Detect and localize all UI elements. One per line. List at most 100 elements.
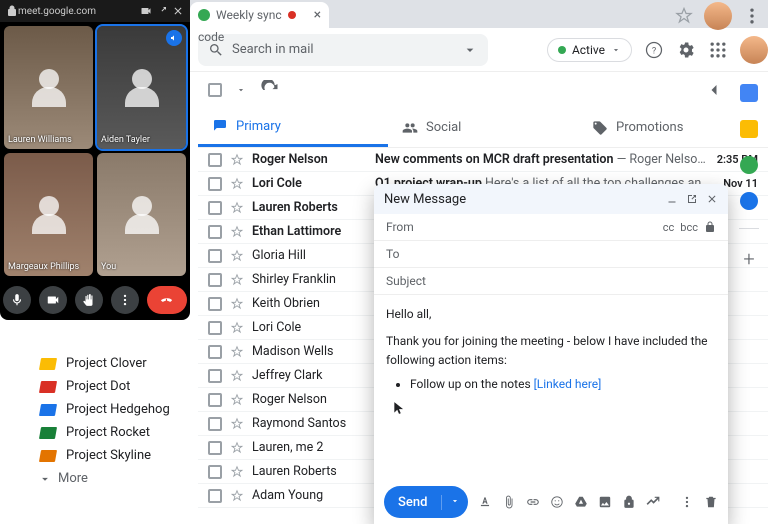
refresh-icon[interactable] bbox=[260, 80, 280, 100]
star-icon[interactable] bbox=[230, 249, 244, 263]
bcc-link[interactable]: bcc bbox=[680, 221, 698, 234]
row-checkbox[interactable] bbox=[208, 201, 222, 215]
status-badge[interactable]: Active bbox=[547, 38, 632, 62]
sidebar-label-4[interactable]: Project Skyline bbox=[0, 444, 198, 467]
keep-addon-icon[interactable] bbox=[740, 120, 758, 138]
row-checkbox[interactable] bbox=[208, 393, 222, 407]
row-checkbox[interactable] bbox=[208, 369, 222, 383]
send-button[interactable]: Send bbox=[384, 486, 468, 518]
sidebar-more[interactable]: More bbox=[0, 467, 198, 490]
end-call-button[interactable] bbox=[147, 286, 187, 314]
popout-icon[interactable] bbox=[686, 193, 698, 205]
row-checkbox[interactable] bbox=[208, 297, 222, 311]
star-icon[interactable] bbox=[230, 369, 244, 383]
star-icon[interactable] bbox=[674, 6, 694, 26]
row-checkbox[interactable] bbox=[208, 465, 222, 479]
star-icon[interactable] bbox=[230, 489, 244, 503]
body-link[interactable]: [Linked here] bbox=[534, 377, 602, 391]
compose-body[interactable]: Hello all, Thank you for joining the mee… bbox=[374, 295, 728, 480]
sidebar-label-3[interactable]: Project Rocket bbox=[0, 421, 198, 444]
row-checkbox[interactable] bbox=[208, 177, 222, 191]
tab-close-icon[interactable]: × bbox=[314, 7, 321, 23]
apps-icon[interactable] bbox=[708, 40, 728, 60]
row-checkbox[interactable] bbox=[208, 249, 222, 263]
compose-header[interactable]: New Message bbox=[374, 184, 728, 214]
popout-icon[interactable] bbox=[156, 5, 168, 17]
discard-icon[interactable] bbox=[704, 494, 718, 510]
confidential-icon[interactable] bbox=[622, 494, 636, 510]
star-icon[interactable] bbox=[230, 273, 244, 287]
search-input[interactable]: Search in mail bbox=[198, 34, 488, 66]
more-button[interactable] bbox=[111, 286, 139, 314]
email-row[interactable]: Roger Nelson New comments on MCR draft p… bbox=[198, 148, 768, 172]
mic-button[interactable] bbox=[3, 286, 31, 314]
overflow-icon[interactable] bbox=[742, 6, 762, 26]
row-checkbox[interactable] bbox=[208, 321, 222, 335]
row-checkbox[interactable] bbox=[208, 417, 222, 431]
video-tile[interactable]: Aiden Tayler bbox=[97, 26, 186, 149]
sidebar-label-0[interactable]: Project Clover bbox=[0, 352, 198, 375]
search-options-icon[interactable] bbox=[462, 42, 478, 58]
star-icon[interactable] bbox=[230, 297, 244, 311]
browser-profile-avatar-icon[interactable] bbox=[704, 2, 732, 30]
browser-tab[interactable]: Weekly sync × bbox=[190, 2, 329, 28]
prev-page-icon[interactable] bbox=[704, 80, 724, 100]
video-tile[interactable]: You bbox=[97, 153, 186, 276]
link-icon[interactable] bbox=[526, 494, 540, 510]
chevron-down-icon[interactable] bbox=[236, 85, 246, 95]
meet-controls bbox=[0, 280, 190, 320]
camera-button[interactable] bbox=[39, 286, 67, 314]
tasks-addon-icon[interactable] bbox=[740, 156, 758, 174]
cc-link[interactable]: cc bbox=[663, 221, 675, 234]
star-icon[interactable] bbox=[230, 321, 244, 335]
close-icon[interactable] bbox=[172, 5, 184, 17]
compose-from-field[interactable]: From cc bcc bbox=[374, 214, 728, 241]
minimize-icon[interactable] bbox=[666, 193, 678, 205]
star-icon[interactable] bbox=[230, 441, 244, 455]
signature-icon[interactable] bbox=[646, 494, 660, 510]
settings-icon[interactable] bbox=[676, 40, 696, 60]
video-tile[interactable]: Margeaux Phillips bbox=[4, 153, 93, 276]
more-icon[interactable] bbox=[680, 494, 694, 510]
attach-icon[interactable] bbox=[502, 494, 516, 510]
star-icon[interactable] bbox=[230, 417, 244, 431]
star-icon[interactable] bbox=[230, 225, 244, 239]
row-checkbox[interactable] bbox=[208, 153, 222, 167]
tab-primary[interactable]: Primary bbox=[198, 108, 388, 147]
star-icon[interactable] bbox=[230, 201, 244, 215]
star-icon[interactable] bbox=[230, 345, 244, 359]
select-all-checkbox[interactable] bbox=[208, 83, 222, 97]
drive-icon[interactable] bbox=[574, 494, 588, 510]
row-checkbox[interactable] bbox=[208, 225, 222, 239]
send-options-icon[interactable] bbox=[441, 495, 468, 510]
emoji-icon[interactable] bbox=[550, 494, 564, 510]
label-color-icon bbox=[39, 404, 57, 416]
row-checkbox[interactable] bbox=[208, 489, 222, 503]
compose-to-field[interactable]: To bbox=[374, 241, 728, 268]
row-checkbox[interactable] bbox=[208, 441, 222, 455]
camera-icon[interactable] bbox=[140, 5, 152, 17]
video-tile[interactable]: Lauren Williams bbox=[4, 26, 93, 149]
raise-hand-button[interactable] bbox=[75, 286, 103, 314]
star-icon[interactable] bbox=[230, 393, 244, 407]
sidebar-label-2[interactable]: Project Hedgehog bbox=[0, 398, 198, 421]
calendar-addon-icon[interactable] bbox=[740, 84, 758, 102]
contacts-addon-icon[interactable] bbox=[740, 192, 758, 210]
star-icon[interactable] bbox=[230, 465, 244, 479]
compose-subject-field[interactable]: Subject bbox=[374, 268, 728, 295]
label-color-icon bbox=[39, 450, 57, 462]
close-icon[interactable] bbox=[706, 193, 718, 205]
help-icon[interactable]: ? bbox=[644, 40, 664, 60]
format-icon[interactable] bbox=[478, 494, 492, 510]
lock-icon[interactable] bbox=[704, 221, 716, 233]
star-icon[interactable] bbox=[230, 153, 244, 167]
row-checkbox[interactable] bbox=[208, 273, 222, 287]
account-avatar-icon[interactable] bbox=[740, 36, 768, 64]
image-icon[interactable] bbox=[598, 494, 612, 510]
sidebar-label-1[interactable]: Project Dot bbox=[0, 375, 198, 398]
add-addon-icon[interactable]: + bbox=[743, 247, 754, 271]
tab-social[interactable]: Social bbox=[388, 108, 578, 147]
row-checkbox[interactable] bbox=[208, 345, 222, 359]
meet-titlebar[interactable]: meet.google.com bbox=[0, 0, 190, 22]
star-icon[interactable] bbox=[230, 177, 244, 191]
